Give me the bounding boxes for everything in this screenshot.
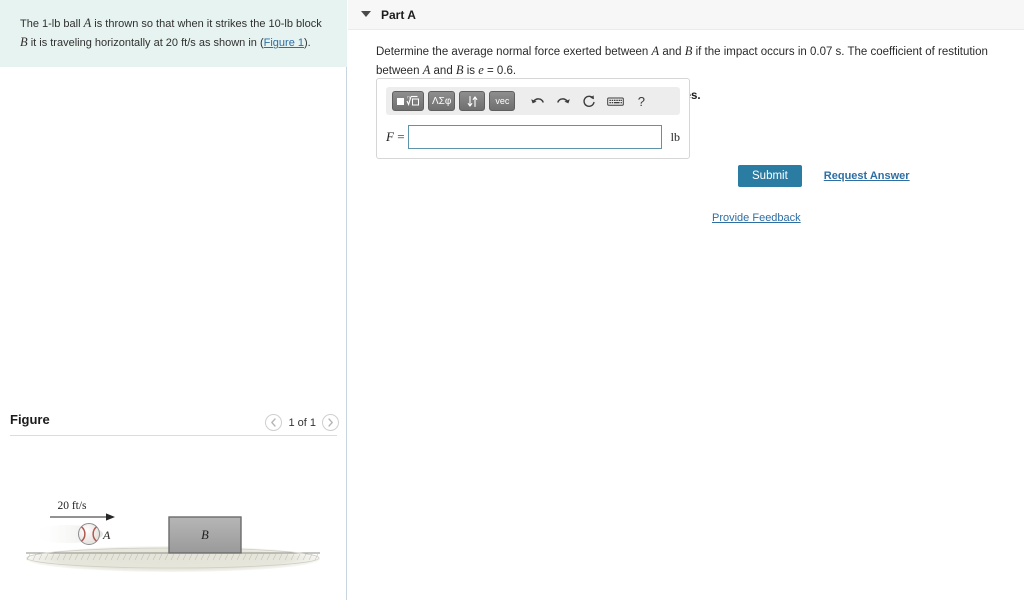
figure-1-link[interactable]: Figure 1 bbox=[264, 37, 304, 49]
math-toolbar: n ΛΣφ vec ? bbox=[386, 87, 680, 115]
keyboard-icon[interactable] bbox=[604, 90, 626, 112]
figure-next-button[interactable] bbox=[322, 414, 339, 431]
vector-button[interactable]: vec bbox=[489, 91, 516, 111]
template-radical-icon: n bbox=[397, 95, 419, 106]
problem-statement-text: The 1-lb ball A is thrown so that when i… bbox=[20, 14, 329, 53]
part-a-title: Part A bbox=[381, 8, 416, 22]
ball-label-A: A bbox=[102, 528, 111, 542]
answer-row: F = lb bbox=[386, 125, 680, 149]
problem-text-seg-4: ). bbox=[304, 37, 311, 50]
chevron-down-icon[interactable] bbox=[361, 11, 371, 17]
answer-variable-F: F bbox=[386, 129, 394, 144]
chevron-right-icon bbox=[327, 418, 334, 427]
figure-pager: 1 of 1 bbox=[265, 414, 339, 431]
answer-units-label: lb bbox=[670, 129, 680, 144]
answer-field-label: F = bbox=[386, 129, 408, 145]
part-a-header[interactable]: Part A bbox=[348, 0, 1024, 30]
problem-text-seg-2: is thrown so that when it strikes the 10… bbox=[91, 18, 322, 30]
figure-diagram-svg: 20 ft/s A B bbox=[26, 500, 320, 572]
equals-sign: = bbox=[397, 129, 405, 144]
action-row: Submit Request Answer bbox=[738, 165, 910, 187]
answer-pane: Part A Determine the average normal forc… bbox=[348, 0, 1024, 600]
undo-icon[interactable] bbox=[526, 90, 548, 112]
question-var-a1: A bbox=[651, 44, 660, 58]
updown-arrows-button[interactable] bbox=[459, 91, 486, 111]
question-text: Determine the average normal force exert… bbox=[376, 42, 996, 81]
question-seg-1: Determine the average normal force exert… bbox=[376, 46, 652, 58]
greek-symbols-button[interactable]: ΛΣφ bbox=[428, 91, 456, 111]
problem-statement-card: The 1-lb ball A is thrown so that when i… bbox=[0, 0, 347, 67]
question-seg-6: = 0.6. bbox=[483, 65, 517, 78]
reset-icon[interactable] bbox=[578, 90, 600, 112]
problem-text-seg-1: The 1-lb ball bbox=[20, 18, 84, 30]
redo-icon[interactable] bbox=[552, 90, 574, 112]
figure-section: Figure 1 of 1 20 ft/s A B bbox=[0, 405, 347, 611]
answer-input[interactable] bbox=[408, 125, 662, 149]
template-radical-button[interactable]: n bbox=[392, 91, 424, 111]
figure-page-indicator: 1 of 1 bbox=[288, 416, 316, 429]
problem-text-seg-3: it is traveling horizontally at 20 ft/s … bbox=[27, 37, 264, 50]
figure-prev-button[interactable] bbox=[265, 414, 283, 431]
question-var-b2: B bbox=[455, 63, 464, 78]
answer-widget: n ΛΣφ vec ? F = lb bbox=[376, 78, 690, 159]
page-root: The 1-lb ball A is thrown so that when i… bbox=[0, 0, 1024, 600]
figure-diagram[interactable]: 20 ft/s A B bbox=[0, 461, 347, 611]
block-label-B: B bbox=[201, 528, 209, 542]
problem-block-label: B bbox=[20, 35, 28, 50]
chevron-left-icon bbox=[270, 418, 277, 427]
velocity-label: 20 ft/s bbox=[57, 500, 87, 512]
figure-divider bbox=[10, 435, 337, 436]
provide-feedback-link[interactable]: Provide Feedback bbox=[712, 212, 801, 224]
problem-pane: The 1-lb ball A is thrown so that when i… bbox=[0, 0, 347, 600]
figure-title: Figure bbox=[10, 412, 50, 427]
submit-button[interactable]: Submit bbox=[738, 165, 802, 187]
question-seg-2: and bbox=[659, 46, 685, 58]
updown-arrows-icon bbox=[467, 95, 478, 107]
figure-header: Figure 1 of 1 bbox=[0, 405, 347, 435]
help-icon[interactable]: ? bbox=[630, 90, 652, 112]
request-answer-link[interactable]: Request Answer bbox=[824, 170, 910, 182]
question-seg-4: and bbox=[430, 65, 456, 78]
question-seg-5: is bbox=[463, 65, 479, 78]
